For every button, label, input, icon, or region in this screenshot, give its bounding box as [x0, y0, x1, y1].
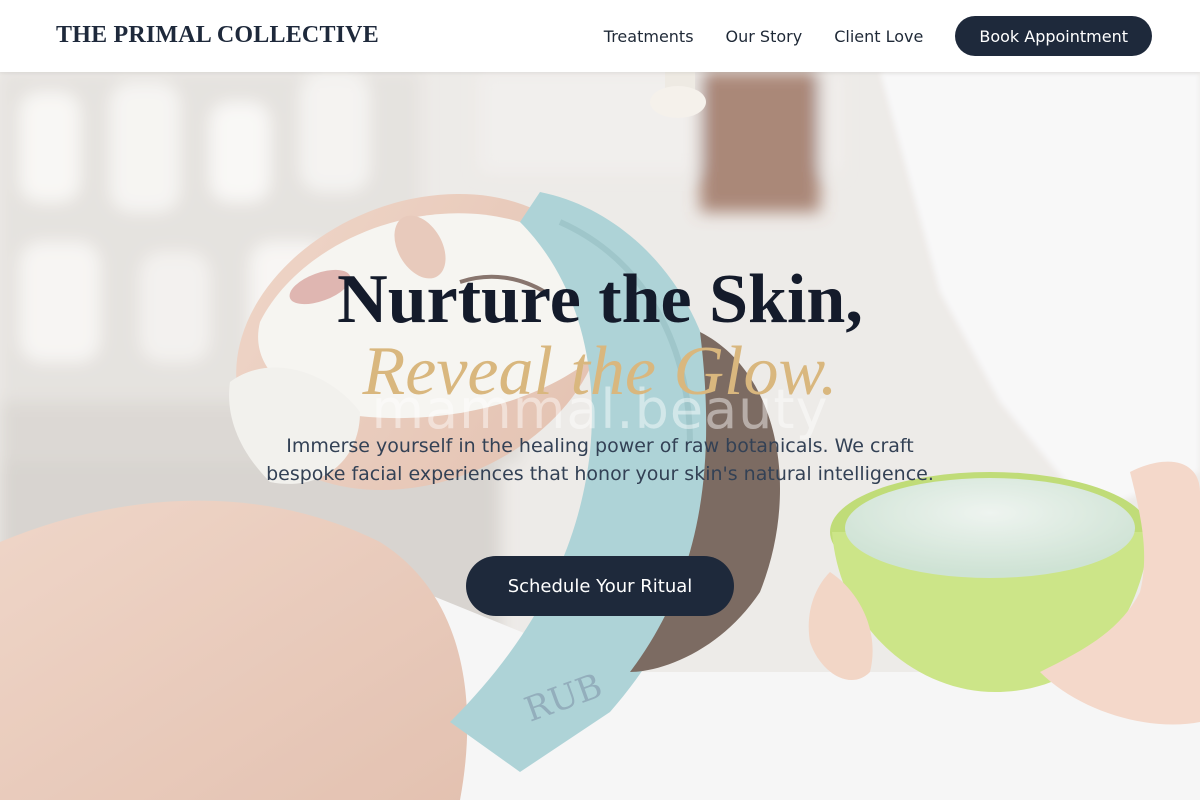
hero-subtitle: Immerse yourself in the healing power of…	[266, 435, 934, 485]
nav-link-treatments[interactable]: Treatments	[604, 27, 694, 46]
nav-link-client-love[interactable]: Client Love	[834, 27, 923, 46]
book-appointment-button[interactable]: Book Appointment	[955, 16, 1152, 56]
hero-title-line1: Nurture the Skin,	[337, 261, 863, 338]
top-navbar: THE PRIMAL COLLECTIVE Treatments Our Sto…	[0, 0, 1200, 72]
main-nav: Treatments Our Story Client Love Book Ap…	[604, 16, 1152, 56]
hero-title-line2: Reveal the Glow.	[362, 333, 838, 410]
nav-link-our-story[interactable]: Our Story	[726, 27, 803, 46]
brand-logo[interactable]: THE PRIMAL COLLECTIVE	[56, 22, 379, 49]
hero-section: RUB Nurture the Skin, mammal.beauty Reve…	[0, 72, 1200, 800]
schedule-ritual-button[interactable]: Schedule Your Ritual	[466, 556, 734, 616]
